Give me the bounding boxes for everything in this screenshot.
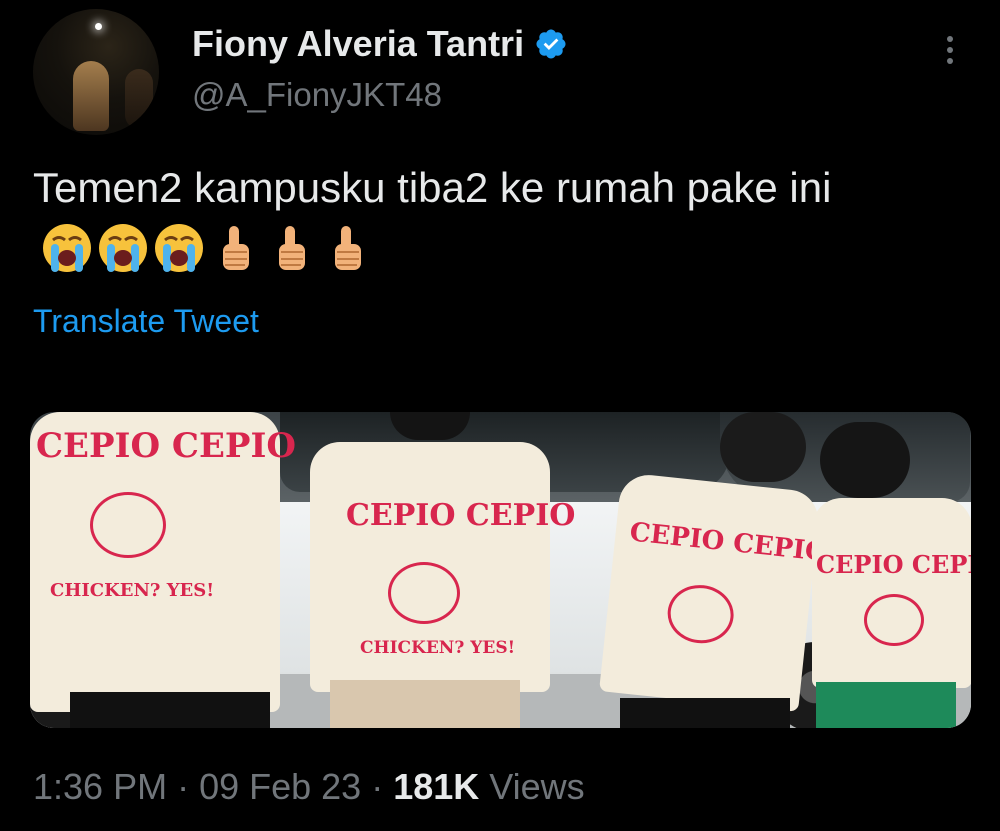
shirt-print: CEPIO CEPIO	[816, 550, 971, 579]
pants	[70, 692, 270, 728]
dot	[947, 36, 953, 42]
chick-mascot-icon	[90, 492, 166, 558]
translate-tweet-link[interactable]: Translate Tweet	[33, 303, 259, 340]
head	[820, 422, 910, 498]
author-handle[interactable]: @A_FionyJKT48	[192, 76, 442, 114]
views-count[interactable]: 181K	[393, 766, 479, 807]
thumbs-up-icon	[279, 226, 305, 270]
shirt-print: CEPIO CEPIO	[628, 517, 830, 568]
thumbs-up-icon	[223, 226, 249, 270]
dot	[947, 58, 953, 64]
avatar-moon	[95, 23, 102, 30]
chick-mascot-icon	[664, 581, 737, 647]
chick-mascot-icon	[388, 562, 460, 624]
shirt-print: CEPIO CEPIO	[346, 498, 576, 533]
tweet-body: Temen2 kampusku tiba2 ke rumah pake ini	[33, 164, 832, 211]
tweet-meta: 1:36 PM · 09 Feb 23 · 181K Views	[33, 766, 585, 808]
loudly-crying-face-icon	[43, 224, 91, 272]
views-label: Views	[479, 766, 585, 807]
pants	[330, 680, 520, 728]
verified-badge-icon	[536, 29, 566, 59]
tweet-text: Temen2 kampusku tiba2 ke rumah pake ini	[33, 158, 973, 278]
shirt-slogan: CHICKEN? YES!	[360, 638, 516, 658]
tweet-photo[interactable]: CEPIO CEPIO CHICKEN? YES! CEPIO CEPIO CH…	[30, 412, 971, 728]
loudly-crying-face-icon	[99, 224, 147, 272]
author-row: Fiony Alveria Tantri	[192, 22, 568, 66]
tweet-date[interactable]: 09 Feb 23	[199, 766, 361, 807]
skirt	[816, 682, 956, 728]
separator: ·	[361, 766, 394, 807]
loudly-crying-face-icon	[155, 224, 203, 272]
author-name[interactable]: Fiony Alveria Tantri	[192, 22, 524, 66]
shirt-slogan: CHICKEN? YES!	[50, 580, 215, 601]
avatar-figure	[73, 61, 109, 131]
shirt-print: CEPIO CEPIO	[36, 426, 296, 466]
avatar-hair	[125, 69, 153, 129]
shirt-back: CEPIO CEPIO	[812, 498, 971, 688]
avatar[interactable]	[33, 9, 159, 135]
dot	[947, 47, 953, 53]
pants	[620, 698, 790, 728]
head	[720, 412, 806, 482]
shirt-back: CEPIO CEPIO CHICKEN? YES!	[310, 442, 575, 692]
shirt-back: CEPIO CEPIO CHICKEN? YES!	[30, 412, 296, 712]
chick-mascot-icon	[864, 594, 924, 646]
thumbs-up-icon	[335, 226, 361, 270]
more-options-icon[interactable]	[928, 30, 972, 70]
shirt-back: CEPIO CEPIO	[599, 472, 829, 712]
separator: ·	[167, 766, 200, 807]
tweet-time[interactable]: 1:36 PM	[33, 766, 167, 807]
emoji-row	[41, 222, 373, 274]
